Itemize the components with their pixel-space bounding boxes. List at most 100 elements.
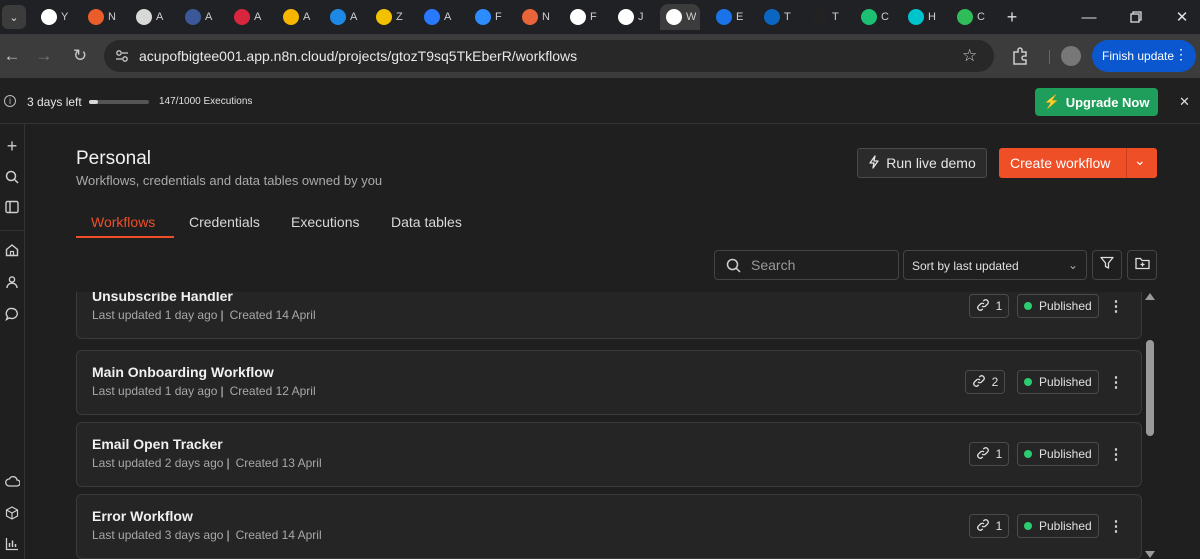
- run-live-demo-button[interactable]: Run live demo: [857, 148, 987, 178]
- new-tab-button[interactable]: +: [1000, 5, 1024, 29]
- minimize-icon[interactable]: —: [1078, 6, 1100, 28]
- canva-icon: [908, 9, 924, 25]
- upgrade-now-label: Upgrade Now: [1065, 94, 1150, 110]
- workflow-links-badge[interactable]: 1: [969, 442, 1009, 466]
- more-options-icon[interactable]: ⋮: [1107, 370, 1125, 394]
- browser-tab-title: A: [444, 11, 452, 23]
- more-options-icon[interactable]: ⋮: [1107, 442, 1125, 466]
- bookmark-star-icon[interactable]: ☆: [962, 46, 977, 66]
- scroll-down-icon[interactable]: [1145, 551, 1155, 558]
- browser-tab[interactable]: W: [660, 4, 700, 30]
- reload-icon[interactable]: ↻: [70, 46, 90, 66]
- workflow-card[interactable]: Unsubscribe Handler Last updated 1 day ag…: [76, 292, 1142, 339]
- panel-toggle-icon[interactable]: [3, 198, 21, 216]
- sort-select[interactable]: Sort by last updated ⌄: [903, 250, 1087, 280]
- create-workflow-button[interactable]: Create workflow ⌄: [999, 148, 1157, 178]
- browser-tab[interactable]: H: [902, 4, 944, 30]
- finish-update-button[interactable]: Finish update ⋮: [1092, 40, 1196, 72]
- api-icon: [185, 9, 201, 25]
- workflow-links-badge[interactable]: 1: [969, 294, 1009, 318]
- browser-tab[interactable]: C: [951, 4, 993, 30]
- back-icon[interactable]: ←: [2, 46, 22, 66]
- close-banner-icon[interactable]: ✕: [1179, 94, 1190, 110]
- workflow-updated: Last updated 1 day ago: [92, 384, 218, 398]
- browser-tab[interactable]: E: [710, 4, 752, 30]
- address-bar[interactable]: acupofbigtee001.app.n8n.cloud/projects/g…: [104, 40, 994, 72]
- browser-tab[interactable]: A: [324, 4, 366, 30]
- browser-tab[interactable]: N: [516, 4, 558, 30]
- upgrade-now-button[interactable]: ⚡ Upgrade Now: [1035, 88, 1158, 116]
- url-text[interactable]: acupofbigtee001.app.n8n.cloud/projects/g…: [139, 48, 577, 64]
- search-input[interactable]: [751, 257, 891, 273]
- workflow-links-badge[interactable]: 2: [965, 370, 1005, 394]
- cube-icon[interactable]: [3, 504, 21, 522]
- n8n-icon: [666, 9, 682, 25]
- browser-tab[interactable]: A: [228, 4, 270, 30]
- workflow-links-count: 2: [991, 375, 999, 389]
- forward-icon[interactable]: →: [34, 46, 54, 66]
- scroll-up-icon[interactable]: [1145, 293, 1155, 300]
- chatgpt-icon: [570, 9, 586, 25]
- close-window-icon[interactable]: ✕: [1171, 6, 1193, 28]
- info-icon[interactable]: i: [4, 95, 16, 107]
- browser-tab[interactable]: T: [806, 4, 848, 30]
- tab-credentials[interactable]: Credentials: [189, 214, 260, 230]
- browser-tab[interactable]: A: [130, 4, 172, 30]
- workflow-created: Created 14 April: [235, 528, 322, 542]
- circle-blue-icon: [330, 9, 346, 25]
- workflow-card[interactable]: Main Onboarding Workflow Last updated 1 d…: [76, 350, 1142, 415]
- browser-tab[interactable]: N: [82, 4, 124, 30]
- search-icon[interactable]: [3, 168, 21, 186]
- new-folder-button[interactable]: [1127, 250, 1157, 280]
- browser-tab[interactable]: F: [469, 4, 511, 30]
- burst-icon: [522, 9, 538, 25]
- status-label: Published: [1039, 375, 1092, 389]
- trial-days-left: 3 days left: [27, 95, 82, 109]
- chevron-down-icon[interactable]: ⌄: [1134, 152, 1146, 169]
- filter-button[interactable]: [1092, 250, 1122, 280]
- workflow-name[interactable]: Unsubscribe Handler: [92, 292, 233, 304]
- fiverr-icon: [861, 9, 877, 25]
- workflow-name[interactable]: Main Onboarding Workflow: [92, 364, 274, 380]
- workflow-updated: Last updated 2 days ago: [92, 456, 224, 470]
- workflow-links-badge[interactable]: 1: [969, 514, 1009, 538]
- tab-workflows[interactable]: Workflows: [91, 214, 155, 230]
- home-icon[interactable]: [3, 241, 21, 259]
- workflow-card[interactable]: Error Workflow Last updated 3 days ago | Cr…: [76, 494, 1142, 559]
- workflow-card[interactable]: Email Open Tracker Last updated 2 days ag…: [76, 422, 1142, 487]
- page-subtitle: Workflows, credentials and data tables o…: [76, 173, 383, 188]
- workflow-meta: Last updated 1 day ago | Created 14 April: [92, 308, 316, 322]
- browser-tab[interactable]: A: [418, 4, 460, 30]
- tab-data-tables[interactable]: Data tables: [391, 214, 462, 230]
- workflow-name[interactable]: Email Open Tracker: [92, 436, 223, 452]
- tab-executions[interactable]: Executions: [291, 214, 359, 230]
- tab-search-button[interactable]: ⌄: [2, 5, 26, 29]
- site-info-icon[interactable]: [114, 48, 130, 69]
- extensions-icon[interactable]: [1010, 46, 1030, 71]
- workflow-created: Created 14 April: [229, 308, 316, 322]
- more-options-icon[interactable]: ⋮: [1107, 294, 1125, 318]
- restore-icon[interactable]: [1125, 6, 1147, 28]
- meta-separator: |: [220, 308, 224, 322]
- search-field[interactable]: [714, 250, 899, 280]
- insights-chart-icon[interactable]: [3, 535, 21, 553]
- scrollbar[interactable]: [1143, 292, 1157, 559]
- browser-tab[interactable]: F: [564, 4, 606, 30]
- browser-tab[interactable]: J: [612, 4, 654, 30]
- more-options-icon[interactable]: ⋮: [1107, 514, 1125, 538]
- browser-tab[interactable]: C: [855, 4, 897, 30]
- user-icon[interactable]: [3, 273, 21, 291]
- scrollbar-thumb[interactable]: [1146, 340, 1154, 436]
- browser-tab-title: A: [254, 11, 262, 23]
- browser-tab[interactable]: A: [179, 4, 221, 30]
- chat-icon[interactable]: [3, 305, 21, 323]
- browser-tab[interactable]: A: [277, 4, 319, 30]
- browser-tab[interactable]: T: [758, 4, 800, 30]
- add-icon[interactable]: +: [3, 136, 21, 156]
- cloud-icon[interactable]: [3, 472, 21, 490]
- workflow-name[interactable]: Error Workflow: [92, 508, 193, 524]
- browser-tab[interactable]: Y: [35, 4, 77, 30]
- browser-tab[interactable]: Z: [370, 4, 412, 30]
- browser-menu-icon[interactable]: ⋮: [1174, 46, 1188, 63]
- profile-avatar[interactable]: [1061, 46, 1081, 66]
